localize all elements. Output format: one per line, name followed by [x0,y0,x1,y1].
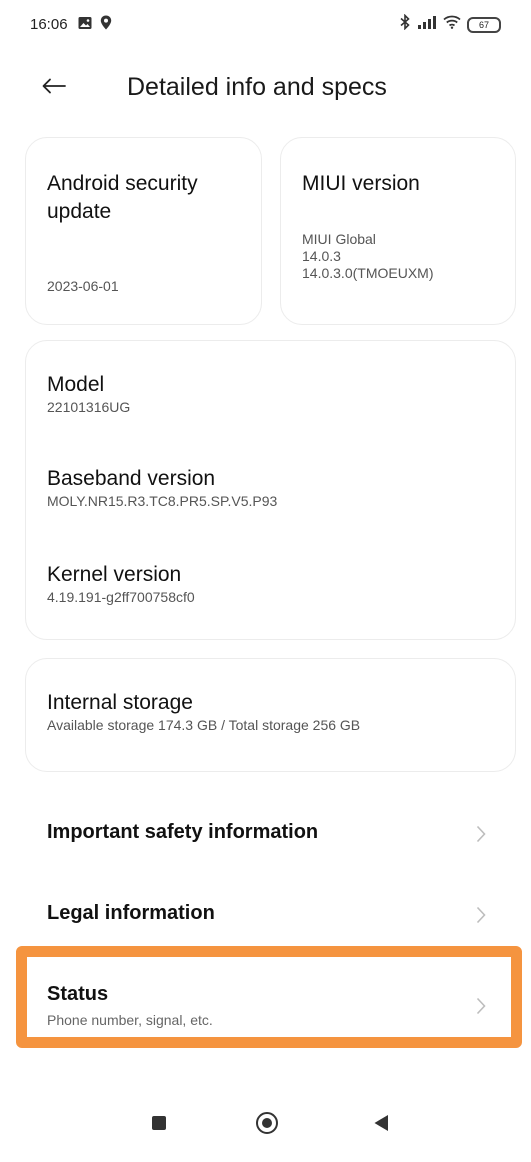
legal-label: Legal information [47,902,215,924]
arrow-left-icon [42,78,66,99]
signal-icon [417,15,437,34]
baseband-value: MOLY.NR15.R3.TC8.PR5.SP.V5.P93 [47,493,278,509]
chevron-right-icon [471,824,491,844]
miui-version-title: MIUI version [302,172,420,195]
status-bar: 16:06 67 [0,0,531,50]
miui-build-number: 14.0.3.0(TMOEUXM) [302,265,434,281]
home-button[interactable] [252,1110,282,1140]
recents-square-icon [151,1115,167,1136]
app-bar: Detailed info and specs [0,60,531,120]
back-triangle-icon [373,1114,389,1137]
menu-item-safety[interactable]: Important safety information [0,805,531,863]
security-update-card[interactable]: Android security update 2023-06-01 [25,137,262,325]
internal-storage-card[interactable]: Internal storage Available storage 174.3… [25,658,516,772]
battery-level: 67 [478,19,489,30]
miui-edition: MIUI Global [302,231,376,247]
bluetooth-icon [399,13,411,35]
recents-button[interactable] [144,1110,174,1140]
model-item: Model 22101316UG [47,371,130,416]
status-time: 16:06 [30,16,68,33]
back-nav-button[interactable] [366,1110,396,1140]
page-title: Detailed info and specs [127,73,387,101]
device-specs-card: Model 22101316UG Baseband version MOLY.N… [25,340,516,640]
baseband-item: Baseband version MOLY.NR15.R3.TC8.PR5.SP… [47,465,277,510]
gallery-icon [78,16,92,35]
miui-version-card[interactable]: MIUI version MIUI Global 14.0.3 14.0.3.0… [280,137,516,325]
model-title: Model [47,373,105,396]
storage-value: Available storage 174.3 GB / Total stora… [47,717,361,733]
model-value: 22101316UG [47,399,131,415]
home-circle-icon [255,1111,279,1140]
kernel-item: Kernel version 4.19.191-g2ff700758cf0 [47,561,195,606]
location-icon [100,15,112,35]
back-button[interactable] [36,70,72,106]
navigation-bar [0,1105,531,1145]
miui-version-number: 14.0.3 [302,248,341,264]
security-update-date: 2023-06-01 [47,278,119,294]
status-highlight-box [16,946,522,1048]
baseband-title: Baseband version [47,467,216,490]
storage-title: Internal storage [47,691,193,714]
wifi-icon [443,15,461,34]
menu-item-legal[interactable]: Legal information [0,886,531,944]
security-update-title: Android security update [47,172,198,223]
chevron-right-icon [471,905,491,925]
kernel-value: 4.19.191-g2ff700758cf0 [47,589,195,605]
kernel-title: Kernel version [47,563,182,586]
battery-icon: 67 [467,16,501,33]
safety-label: Important safety information [47,821,319,843]
